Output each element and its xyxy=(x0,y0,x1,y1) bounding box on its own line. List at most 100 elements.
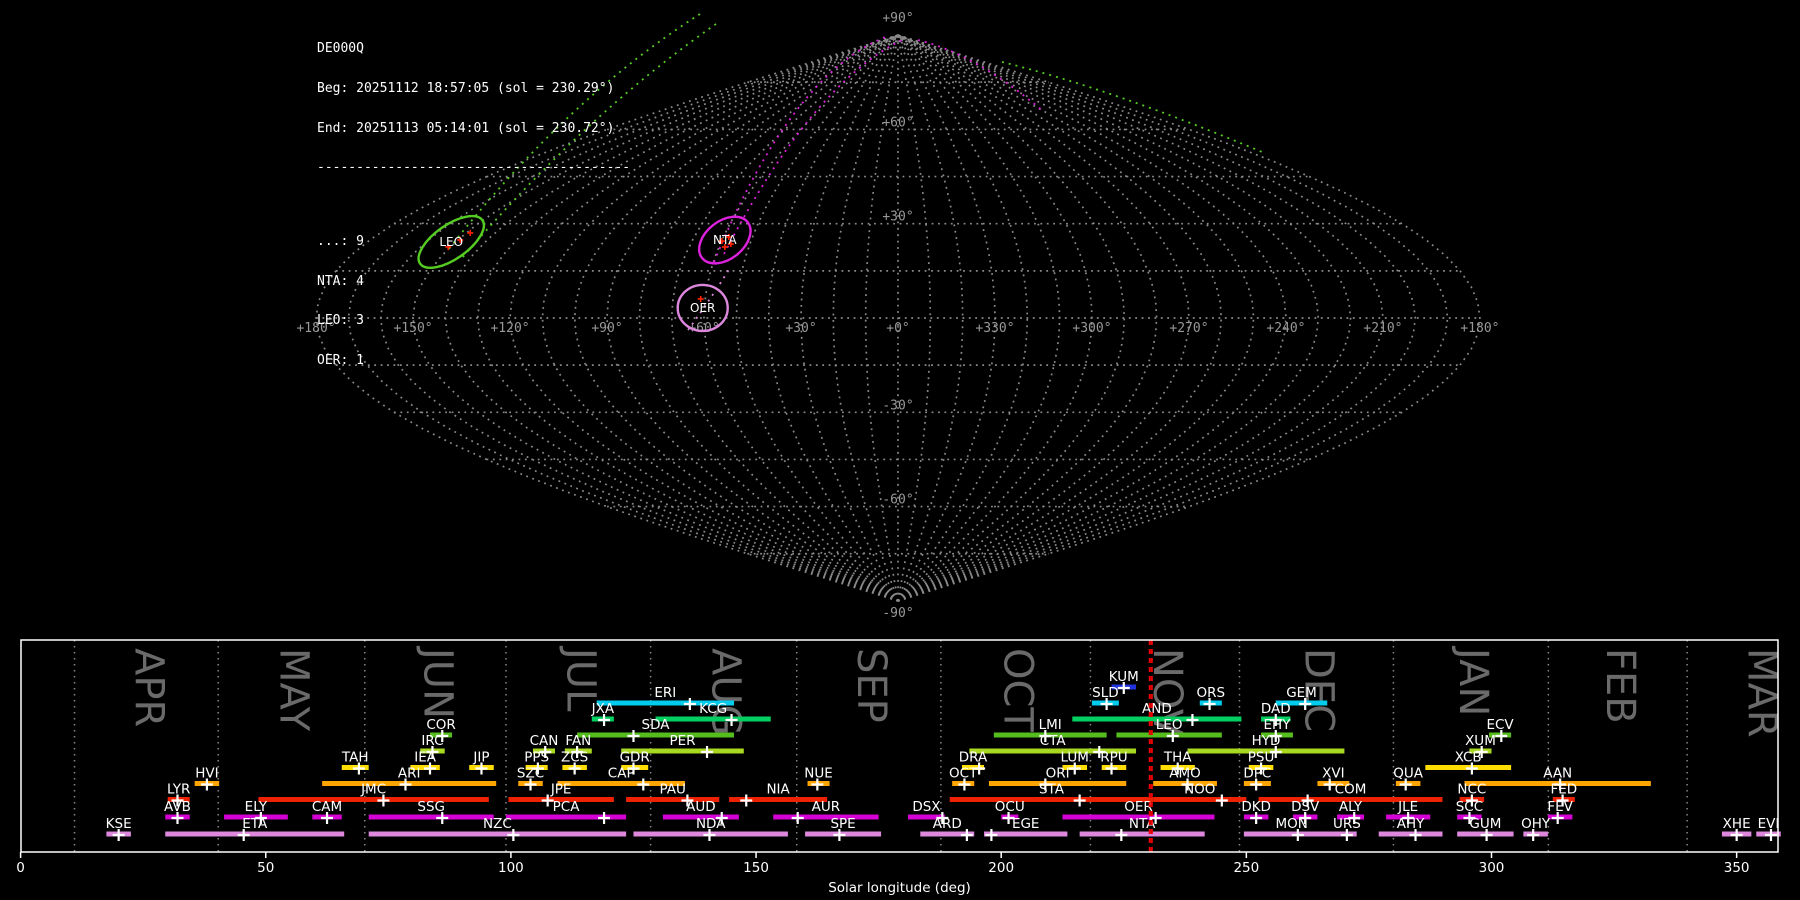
shower-label-aud: AUD xyxy=(686,799,716,815)
shower-label-ehy: EHY xyxy=(1264,717,1292,733)
shower-label-nia: NIA xyxy=(766,782,790,798)
shower-bar-noo xyxy=(1153,797,1247,802)
month-label: SEP xyxy=(848,648,894,723)
x-tick-label: 250 xyxy=(1233,860,1259,876)
meteor-trail xyxy=(723,39,903,255)
shower-label-ori: ORI xyxy=(1046,766,1070,782)
shower-label-pca: PCA xyxy=(553,799,581,815)
count-nta: NTA: 4 xyxy=(317,273,364,289)
peak-marker-cap xyxy=(637,778,650,791)
shower-label-nzc: NZC xyxy=(483,816,512,832)
peak-marker-aur xyxy=(791,812,804,824)
lat-label: -60° xyxy=(882,493,913,508)
shower-label-lyr: LYR xyxy=(167,782,190,798)
shower-label-noo: NOO xyxy=(1184,782,1215,798)
meteor-observation-screen: +180° +150° +120° +90° +60° +30° +0° +330° +300°… xyxy=(0,0,1800,900)
lon-label: +0° xyxy=(886,321,909,336)
end-time-line: End: 20251113 05:14:01 (sol = 230.72°) xyxy=(317,120,615,136)
shower-label-and: AND xyxy=(1142,701,1172,717)
shower-label-iea: IEA xyxy=(414,750,437,766)
shower-label-sta: STA xyxy=(1039,782,1065,798)
lon-label: +30° xyxy=(785,321,816,336)
month-label: JUN xyxy=(414,645,460,719)
shower-label-qua: QUA xyxy=(1393,766,1424,782)
shower-label-can: CAN xyxy=(530,733,559,749)
shower-label-ohy: OHY xyxy=(1521,816,1551,832)
shower-label-fan: FAN xyxy=(565,733,591,749)
peak-marker-sda xyxy=(627,730,640,742)
shower-label-amo: AMO xyxy=(1169,766,1201,782)
shower-label-pau: PAU xyxy=(659,782,685,798)
lon-label: +180° xyxy=(1460,321,1499,336)
x-tick-label: 100 xyxy=(498,860,524,876)
shower-label-tah: TAH xyxy=(341,750,369,766)
peak-marker-pca xyxy=(598,812,611,824)
shower-label-sld: SLD xyxy=(1092,685,1119,701)
lon-label: +330° xyxy=(975,321,1014,336)
peak-marker-noo xyxy=(1215,794,1228,807)
lon-label: +270° xyxy=(1169,321,1208,336)
peak-marker-ard xyxy=(960,829,973,841)
shower-bar-aur xyxy=(773,814,879,820)
shower-label-oer: OER xyxy=(1124,799,1153,815)
shower-label-ard: ARD xyxy=(933,816,962,832)
shower-label-ocu: OCU xyxy=(995,799,1025,815)
x-tick-label: 200 xyxy=(988,860,1014,876)
x-tick-label: 150 xyxy=(743,860,769,876)
lon-label: +300° xyxy=(1072,321,1111,336)
meridian-line xyxy=(897,34,1320,602)
shower-bar-nzc xyxy=(368,831,627,837)
shower-label-fev: FEV xyxy=(1547,799,1573,815)
meridian-line xyxy=(897,34,1061,602)
x-axis-title: Solar longitude (deg) xyxy=(828,880,971,896)
peak-marker-sta xyxy=(1073,794,1086,807)
lat-label: -30° xyxy=(882,398,913,413)
peak-marker-per xyxy=(701,746,714,758)
shower-bar-jmc xyxy=(258,797,489,802)
shower-label-xvi: XVI xyxy=(1322,766,1344,782)
meridian-line xyxy=(897,34,1190,602)
shower-label-eri: ERI xyxy=(654,685,676,701)
count-leo: LEO: 3 xyxy=(317,313,364,329)
shower-label-xum: XUM xyxy=(1465,733,1496,749)
x-tick-label: 300 xyxy=(1479,860,1505,876)
station-id: DE000Q xyxy=(317,41,364,57)
lat-label: +30° xyxy=(882,210,913,225)
shower-label-fed: FED xyxy=(1550,782,1577,798)
shower-label-ssg: SSG xyxy=(417,799,445,815)
meteor-trail xyxy=(1001,61,1263,153)
shower-label-per: PER xyxy=(669,733,695,749)
month-label: AUG xyxy=(703,648,749,736)
shower-label-ahy: AHY xyxy=(1397,816,1425,832)
shower-bar-kcg xyxy=(655,716,771,722)
lon-label: +210° xyxy=(1363,321,1402,336)
month-label: APR xyxy=(125,648,171,727)
lat-label: +90° xyxy=(882,11,913,26)
meridian-line xyxy=(897,34,1384,602)
month-label: FEB xyxy=(1597,648,1643,724)
shower-label-aan: AAN xyxy=(1543,766,1572,782)
plot-canvas: +180° +150° +120° +90° +60° +30° +0° +330° +300°… xyxy=(16,11,1784,896)
lon-label: +240° xyxy=(1266,321,1305,336)
shower-label-dsx: DSX xyxy=(912,799,940,815)
shower-label-spe: SPE xyxy=(830,816,855,832)
meridian-line xyxy=(897,34,1449,602)
shower-label-dra: DRA xyxy=(959,750,988,766)
shower-label-gum: GUM xyxy=(1469,816,1501,832)
shower-label-dpc: DPC xyxy=(1243,766,1271,782)
count-oer: OER: 1 xyxy=(317,353,364,369)
shower-label-pps: PPS xyxy=(524,750,549,766)
shower-label-jxa: JXA xyxy=(591,701,615,717)
shower-bar-sda xyxy=(577,732,734,738)
shower-label-eta: ETA xyxy=(242,816,268,832)
shower-label-jmc: JMC xyxy=(360,782,386,798)
shower-label-gdr: GDR xyxy=(620,750,650,766)
peak-marker-eri xyxy=(683,698,696,710)
meridian-line xyxy=(638,34,899,602)
shower-label-lmi: LMI xyxy=(1039,717,1062,733)
shower-label-ors: ORS xyxy=(1197,685,1226,701)
shower-label-mon: MON xyxy=(1276,816,1308,832)
lat-label: -90° xyxy=(882,606,913,621)
shower-label-kcg: KCG xyxy=(699,701,727,717)
count-sporadic: ...: 9 xyxy=(317,234,364,250)
